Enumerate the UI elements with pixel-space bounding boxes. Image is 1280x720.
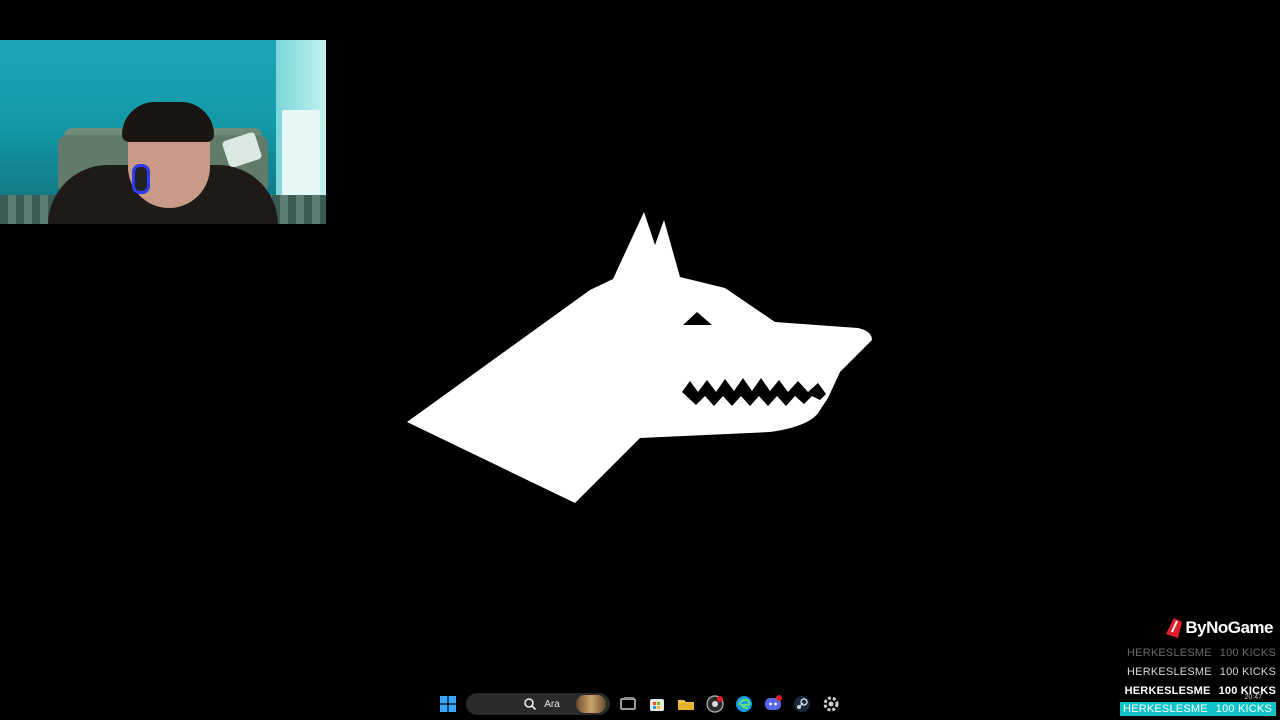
kick-user: HERKESLESME xyxy=(1127,666,1212,678)
kick-user: HERKESLESME xyxy=(1123,703,1208,715)
search-placeholder: Ara xyxy=(544,698,560,710)
search-highlight-image xyxy=(576,695,606,713)
task-view-icon[interactable] xyxy=(619,694,637,714)
kick-amount: 100 KICKS xyxy=(1219,666,1276,678)
kick-alert-row: HERKESLESME 100 KICKS xyxy=(1127,647,1276,659)
kick-alert-row: HERKESLESME 100 KICKS xyxy=(1127,666,1276,678)
kick-alert-row-highlight: HERKESLESME 100 KICKS xyxy=(1120,702,1276,716)
webcam-overlay xyxy=(0,40,326,224)
settings-icon[interactable] xyxy=(822,694,840,714)
store-icon[interactable] xyxy=(648,694,666,714)
kick-amount: 100 KICKS xyxy=(1215,703,1272,715)
bynogame-brand: ByNoGame xyxy=(1166,618,1273,638)
kick-amount: 100 KICKS xyxy=(1219,647,1276,659)
streamer-hair xyxy=(122,102,214,142)
taskbar-search[interactable]: Ara xyxy=(466,693,610,715)
search-icon xyxy=(524,698,537,711)
wolf-logo xyxy=(407,212,872,503)
steam-icon[interactable] xyxy=(793,694,811,714)
discord-icon[interactable] xyxy=(764,694,782,714)
kick-user: HERKESLESME xyxy=(1127,647,1212,659)
taskbar-clock[interactable]: 20:47 xyxy=(1244,694,1262,701)
edge-icon[interactable] xyxy=(735,694,753,714)
headset-icon xyxy=(132,164,150,194)
bynogame-logo-icon xyxy=(1166,618,1183,638)
chrome-icon[interactable] xyxy=(706,694,724,714)
file-explorer-icon[interactable] xyxy=(677,694,695,714)
brand-name: ByNoGame xyxy=(1185,618,1273,637)
taskbar xyxy=(0,690,1280,720)
windows-start-icon[interactable] xyxy=(439,694,457,714)
kick-user: HERKESLESME xyxy=(1124,685,1211,697)
